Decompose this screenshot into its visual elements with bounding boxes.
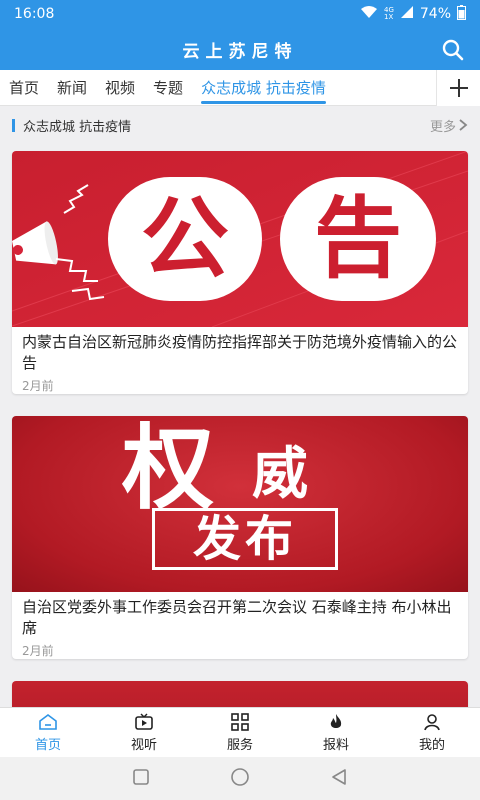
article-image-official-release: 权 威 发布: [12, 416, 468, 592]
status-time: 16:08: [14, 6, 55, 22]
section-accent-bar: [12, 118, 15, 132]
home-button[interactable]: [230, 767, 250, 791]
nav-profile[interactable]: 我的: [384, 708, 480, 757]
poster-char-quan: 权: [122, 416, 215, 522]
nav-label: 我的: [418, 737, 445, 753]
nav-label: 首页: [34, 737, 61, 753]
poster-char-wei: 威: [252, 441, 308, 507]
signal-icon: [400, 5, 414, 23]
tab-topics[interactable]: 专题: [144, 70, 192, 106]
grid-icon: [231, 712, 249, 731]
nav-report[interactable]: 报料: [288, 708, 384, 757]
more-link[interactable]: 更多: [430, 116, 468, 135]
fire-icon: [330, 713, 342, 728]
tab-epidemic[interactable]: 众志成城 抗击疫情: [192, 70, 335, 106]
home-icon: [39, 713, 57, 730]
announcement-char-1: 公: [108, 177, 262, 301]
section-header: 众志成城 抗击疫情 更多: [0, 106, 480, 144]
announcement-char-2: 告: [280, 177, 436, 301]
channel-tabs: 首页 新闻 视频 专题 众志成城 抗击疫情: [0, 70, 480, 106]
article-image-announcement: 公 告: [12, 151, 468, 327]
wifi-icon: [360, 5, 378, 23]
more-label: 更多: [429, 119, 456, 135]
nav-media[interactable]: 视听: [96, 708, 192, 757]
add-channel-button[interactable]: [436, 70, 480, 106]
plus-icon: [449, 79, 468, 97]
status-bar: 16:08 4G 1X 74%: [0, 0, 480, 28]
search-icon[interactable]: [440, 37, 466, 63]
article-time: 2月前: [22, 644, 54, 658]
nav-label: 服务: [226, 737, 253, 753]
square-icon: [133, 768, 149, 785]
battery-icon: [457, 4, 466, 24]
poster-label-box: 发布: [152, 508, 338, 570]
tab-video[interactable]: 视频: [96, 70, 144, 106]
article-title[interactable]: 内蒙古自治区新冠肺炎疫情防控指挥部关于防范境外疫情输入的公告: [12, 327, 468, 373]
tv-icon: [135, 713, 153, 730]
tab-news[interactable]: 新闻: [48, 70, 96, 106]
app-title: 云上苏尼特: [182, 41, 298, 62]
user-icon: [424, 713, 440, 730]
article-time: 2月前: [22, 379, 54, 393]
system-navigation-bar: [0, 757, 480, 800]
news-card[interactable]: 公 告 内蒙古自治区新冠肺炎疫情防控指挥部关于防范境外疫情输入的公告 2月前: [12, 151, 468, 394]
nav-label: 报料: [322, 737, 349, 753]
nav-services[interactable]: 服务: [192, 708, 288, 757]
bottom-navigation: 首页 视听 服务 报料 我的: [0, 707, 480, 757]
circle-icon: [231, 767, 249, 786]
battery-percent: 74%: [419, 6, 451, 22]
article-title[interactable]: 自治区党委外事工作委员会召开第二次会议 石泰峰主持 布小林出席: [12, 592, 468, 638]
chevron-right-icon: [459, 119, 468, 131]
news-card[interactable]: 权 威 发布 自治区党委外事工作委员会召开第二次会议 石泰峰主持 布小林出席 2…: [12, 416, 468, 659]
section-title: 众志成城 抗击疫情: [23, 119, 132, 135]
app-header: 云上苏尼特: [0, 28, 480, 70]
network-type: 4G 1X: [383, 6, 394, 21]
nav-home[interactable]: 首页: [0, 708, 96, 757]
tab-home[interactable]: 首页: [0, 70, 48, 106]
recents-button[interactable]: [132, 768, 150, 790]
back-button[interactable]: [330, 768, 348, 790]
nav-label: 视听: [130, 737, 157, 753]
back-triangle-icon: [332, 768, 346, 785]
